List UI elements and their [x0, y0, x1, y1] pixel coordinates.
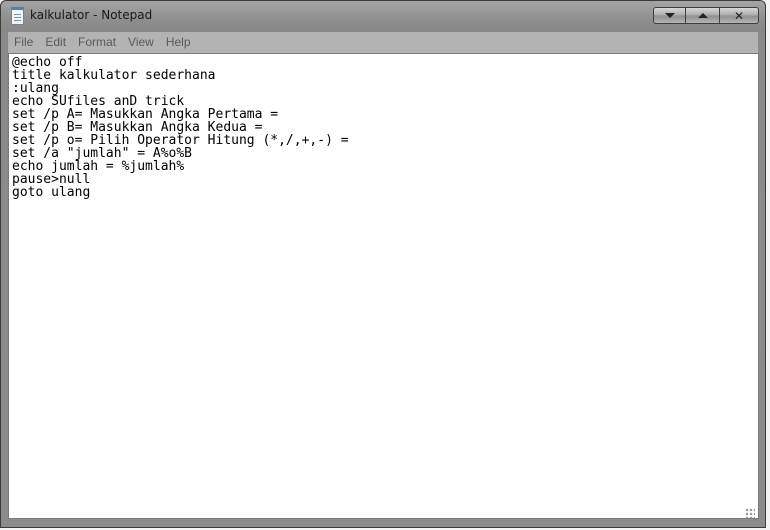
notepad-icon[interactable] — [11, 7, 24, 25]
close-button[interactable]: ✕ — [720, 7, 759, 24]
editor-content[interactable]: @echo off title kalkulator sederhana :ul… — [12, 56, 349, 199]
notepad-window: kalkulator - Notepad ✕ File Edit Format … — [0, 0, 766, 528]
text-editor[interactable]: @echo off title kalkulator sederhana :ul… — [8, 53, 759, 519]
menu-format[interactable]: Format — [72, 32, 122, 53]
menu-file[interactable]: File — [8, 32, 39, 53]
resize-grip[interactable] — [745, 508, 755, 518]
menu-edit[interactable]: Edit — [39, 32, 72, 53]
title-bar[interactable]: kalkulator - Notepad ✕ — [1, 1, 765, 31]
menu-view[interactable]: View — [122, 32, 160, 53]
close-icon: ✕ — [733, 8, 745, 23]
minimize-button[interactable] — [653, 7, 686, 24]
menu-bar: File Edit Format View Help — [8, 32, 758, 53]
minimize-icon — [664, 13, 675, 18]
desktop-edge — [766, 0, 770, 530]
maximize-button[interactable] — [686, 7, 720, 24]
menu-help[interactable]: Help — [160, 32, 197, 53]
maximize-icon — [697, 13, 708, 18]
window-title: kalkulator - Notepad — [30, 8, 153, 22]
